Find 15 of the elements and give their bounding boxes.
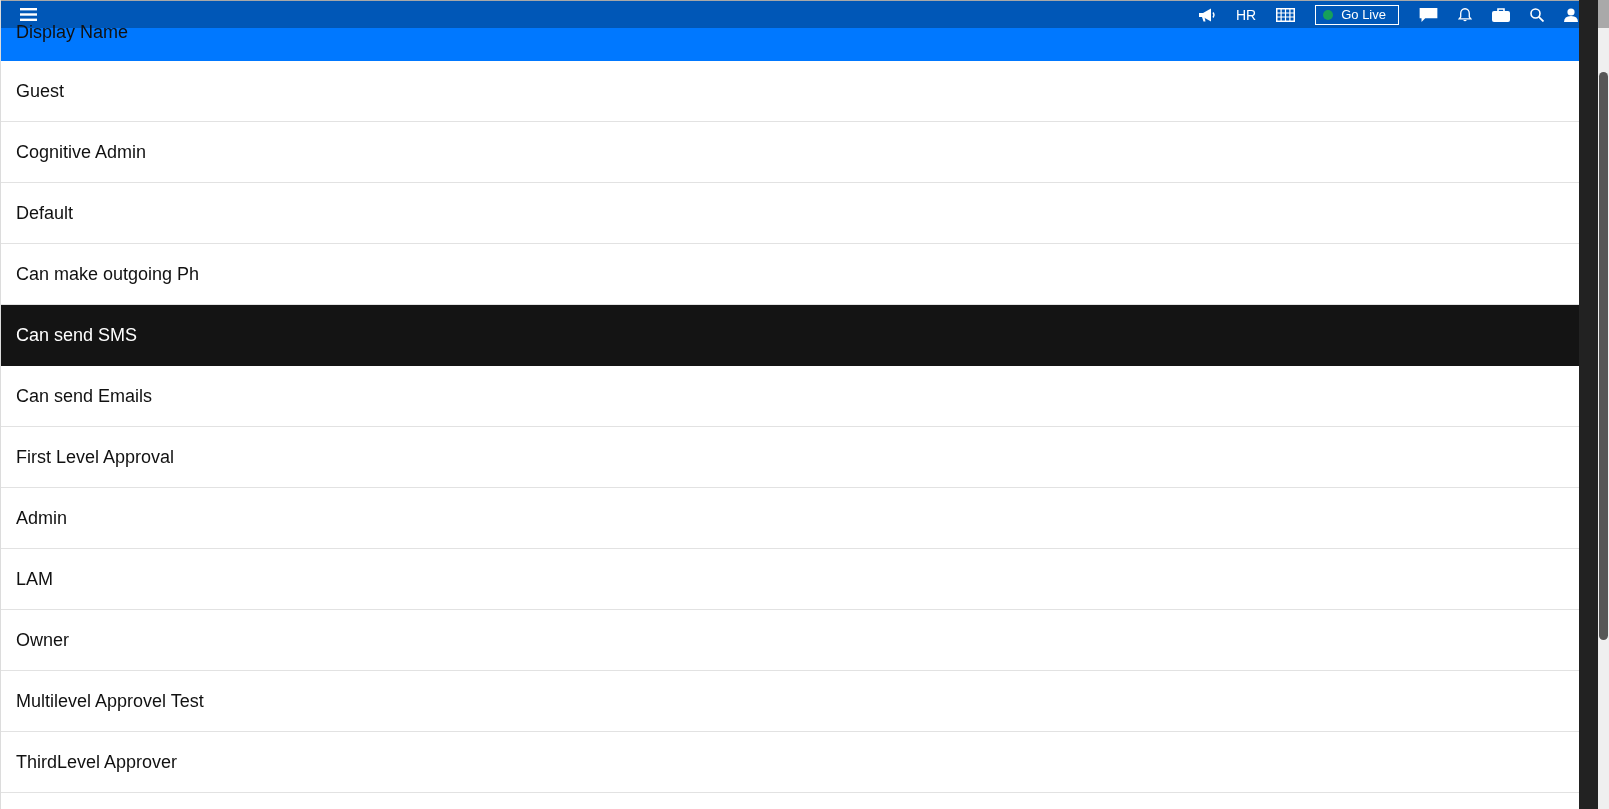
user-icon[interactable] [1564, 7, 1578, 22]
bell-icon[interactable] [1458, 7, 1472, 22]
grid-icon[interactable] [1276, 7, 1296, 22]
briefcase-icon[interactable] [1492, 7, 1510, 22]
scrollbar-thumb[interactable] [1599, 72, 1608, 640]
chat-icon[interactable] [1419, 7, 1438, 22]
scrollbar-track[interactable] [1598, 0, 1609, 809]
status-dot-icon [1323, 9, 1334, 20]
column-header-label: Display Name [16, 21, 129, 43]
menu-icon[interactable] [20, 8, 37, 21]
go-live-button[interactable]: Go Live [1315, 4, 1399, 25]
megaphone-icon[interactable] [1197, 7, 1216, 22]
department-label[interactable]: HR [1235, 6, 1257, 23]
search-icon[interactable] [1530, 7, 1544, 22]
table-row[interactable]: Can send SMS [1, 305, 1579, 366]
